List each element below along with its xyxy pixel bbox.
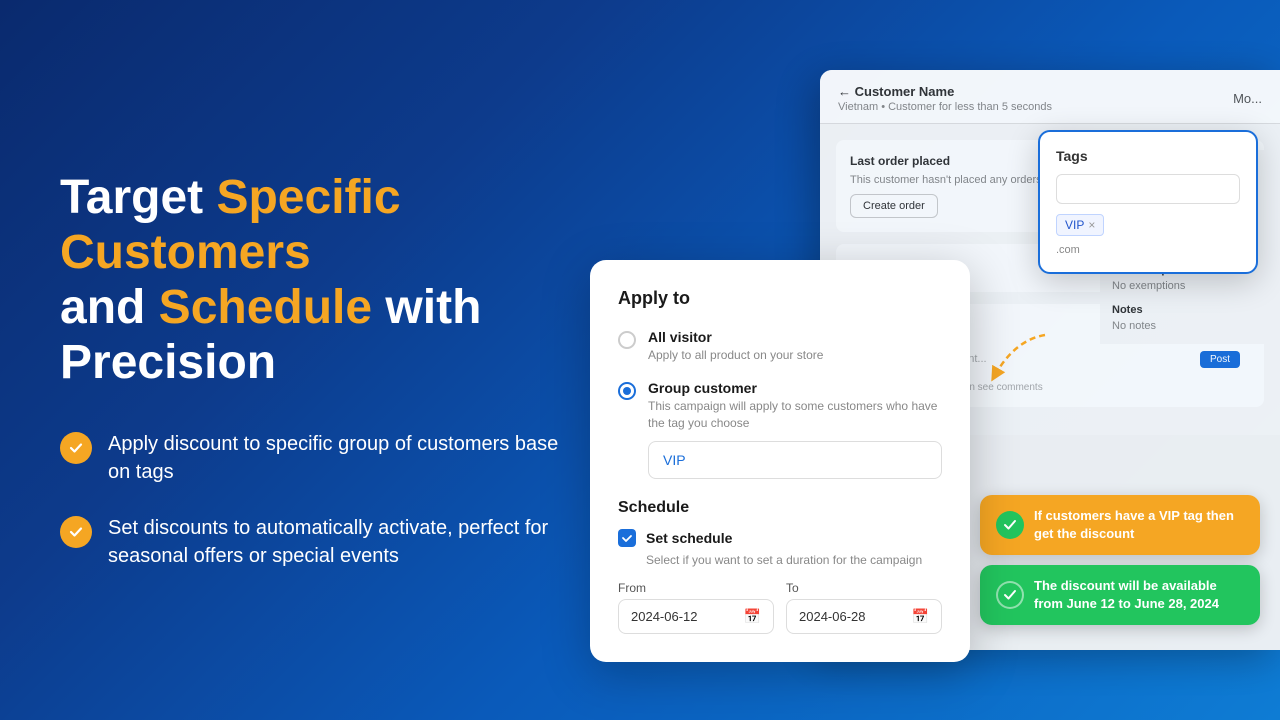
form-card: Apply to All visitor Apply to all produc… [590,260,970,662]
left-section: Target Specific Customers and Schedule w… [0,0,620,720]
tags-input[interactable] [1056,174,1240,204]
set-schedule-row[interactable]: Set schedule [618,529,942,547]
apply-to-options: All visitor Apply to all product on your… [618,329,942,479]
vip-tag-chip[interactable]: VIP × [1056,214,1104,236]
check-icon-2 [60,516,92,548]
will-receive-label: .com [1056,244,1240,256]
to-date-value: 2024-06-28 [799,609,866,624]
check-icon-1 [60,432,92,464]
all-visitor-radio[interactable] [618,331,636,349]
panel-back-button[interactable]: ← Customer Name [838,84,1052,99]
to-calendar-icon: 📅 [912,608,929,625]
group-customer-option[interactable]: Group customer This campaign will apply … [618,380,942,480]
vip-badge-text: If customers have a VIP tag then get the… [1034,507,1244,543]
available-badge-text: The discount will be available from June… [1034,577,1244,613]
group-customer-radio[interactable] [618,382,636,400]
vip-tag-label: VIP [1065,218,1084,232]
from-date-field: From 2024-06-12 📅 [618,581,774,634]
headline-highlight2: Schedule [159,281,372,334]
bullet-text-tags: Apply discount to specific group of cust… [108,430,560,486]
headline-part1: Target [60,171,216,224]
post-button[interactable]: Post [1200,351,1240,368]
from-date-value: 2024-06-12 [631,609,698,624]
tags-popup: Tags VIP × .com [1038,130,1258,274]
tags-popup-title: Tags [1056,148,1240,164]
set-schedule-checkbox[interactable] [618,529,636,547]
all-visitor-label: All visitor [648,329,823,345]
notes-value: No notes [1112,320,1268,332]
notes-section: Notes No notes [1112,304,1268,332]
available-notification-badge: The discount will be available from June… [980,565,1260,625]
tax-value: No exemptions [1112,280,1268,292]
bullet-item-tags: Apply discount to specific group of cust… [60,430,560,486]
group-customer-label: Group customer [648,380,942,396]
bullet-list: Apply discount to specific group of cust… [60,430,560,570]
date-range-row: From 2024-06-12 📅 To 2024-06-28 📅 [618,581,942,634]
panel-header: ← Customer Name Vietnam • Customer for l… [820,70,1280,124]
from-calendar-icon: 📅 [744,608,761,625]
schedule-desc: Select if you want to set a duration for… [646,553,942,567]
available-badge-icon [996,581,1024,609]
all-visitor-option[interactable]: All visitor Apply to all product on your… [618,329,942,364]
headline-part2: and [60,281,159,334]
panel-more-button[interactable]: Mo... [1233,91,1262,106]
bullet-item-schedule: Set discounts to automatically activate,… [60,514,560,570]
create-order-button[interactable]: Create order [850,194,938,218]
to-date-input[interactable]: 2024-06-28 📅 [786,599,942,634]
all-visitor-desc: Apply to all product on your store [648,347,823,364]
headline: Target Specific Customers and Schedule w… [60,170,560,391]
vip-tag-close[interactable]: × [1088,218,1095,232]
set-schedule-label: Set schedule [646,530,732,546]
notes-title: Notes [1112,304,1268,316]
vip-badge-icon [996,511,1024,539]
schedule-section: Schedule Set schedule Select if you want… [618,499,942,634]
to-label: To [786,581,942,595]
form-title: Apply to [618,288,942,309]
schedule-title: Schedule [618,499,942,517]
bullet-text-schedule: Set discounts to automatically activate,… [108,514,560,570]
vip-notification-badge: If customers have a VIP tag then get the… [980,495,1260,555]
group-customer-desc: This campaign will apply to some custome… [648,398,942,432]
tag-value-input[interactable] [648,441,942,479]
from-label: From [618,581,774,595]
last-order-title: Last order placed [850,154,950,168]
to-date-field: To 2024-06-28 📅 [786,581,942,634]
arrow-decoration [975,330,1055,395]
panel-subtitle: Vietnam • Customer for less than 5 secon… [838,101,1052,113]
from-date-input[interactable]: 2024-06-12 📅 [618,599,774,634]
